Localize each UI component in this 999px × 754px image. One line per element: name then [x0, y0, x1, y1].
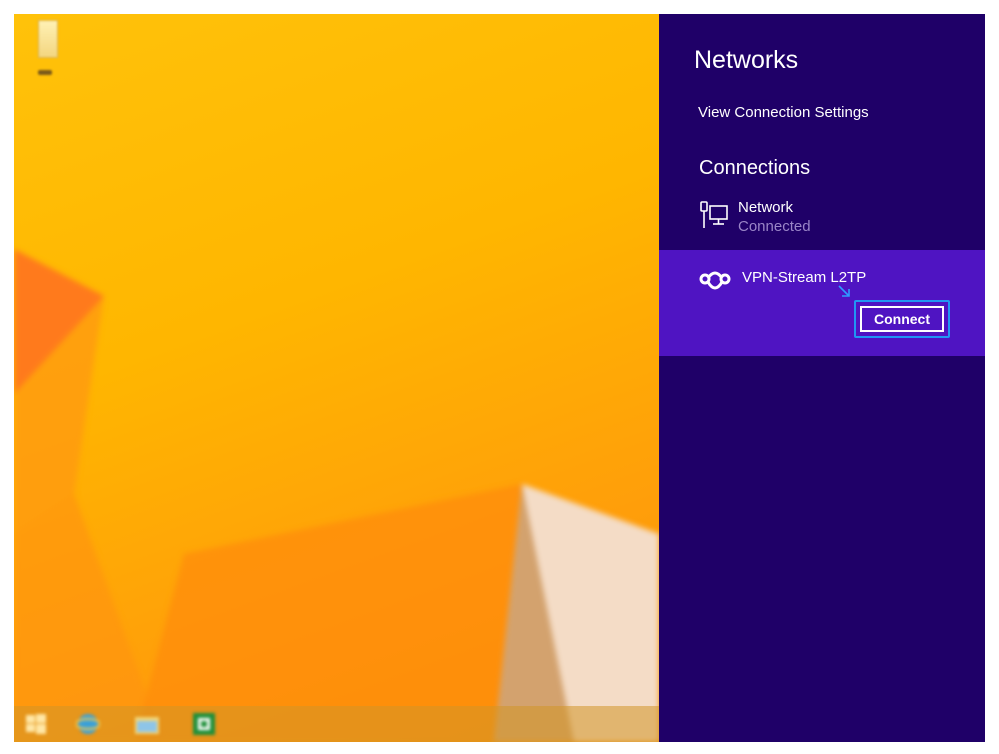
network-name: Network — [738, 199, 794, 216]
taskbar — [14, 706, 659, 742]
network-status: Connected — [738, 218, 811, 235]
vpn-item[interactable]: VPN-Stream L2TP Connect — [659, 250, 985, 356]
internet-explorer-icon[interactable] — [75, 712, 101, 736]
connect-button[interactable]: Connect — [860, 306, 944, 332]
excel-icon[interactable] — [192, 712, 216, 736]
network-item[interactable]: Network Connected — [659, 194, 985, 246]
wallpaper-shapes — [14, 249, 659, 742]
view-connection-settings-link[interactable]: View Connection Settings — [698, 104, 869, 121]
networks-panel: Networks View Connection Settings Connec… — [659, 14, 985, 742]
wired-network-icon — [699, 200, 729, 237]
desktop-wallpaper — [14, 14, 659, 742]
file-explorer-icon[interactable] — [134, 712, 159, 736]
desktop-file-icon[interactable] — [32, 18, 62, 82]
panel-title: Networks — [694, 46, 799, 74]
screen: Networks View Connection Settings Connec… — [14, 14, 985, 742]
connect-focus-ring: Connect — [854, 300, 950, 338]
windows-start-icon[interactable] — [24, 712, 48, 736]
vpn-icon — [699, 270, 731, 301]
mouse-cursor-icon — [837, 284, 853, 305]
connections-heading: Connections — [699, 157, 811, 179]
